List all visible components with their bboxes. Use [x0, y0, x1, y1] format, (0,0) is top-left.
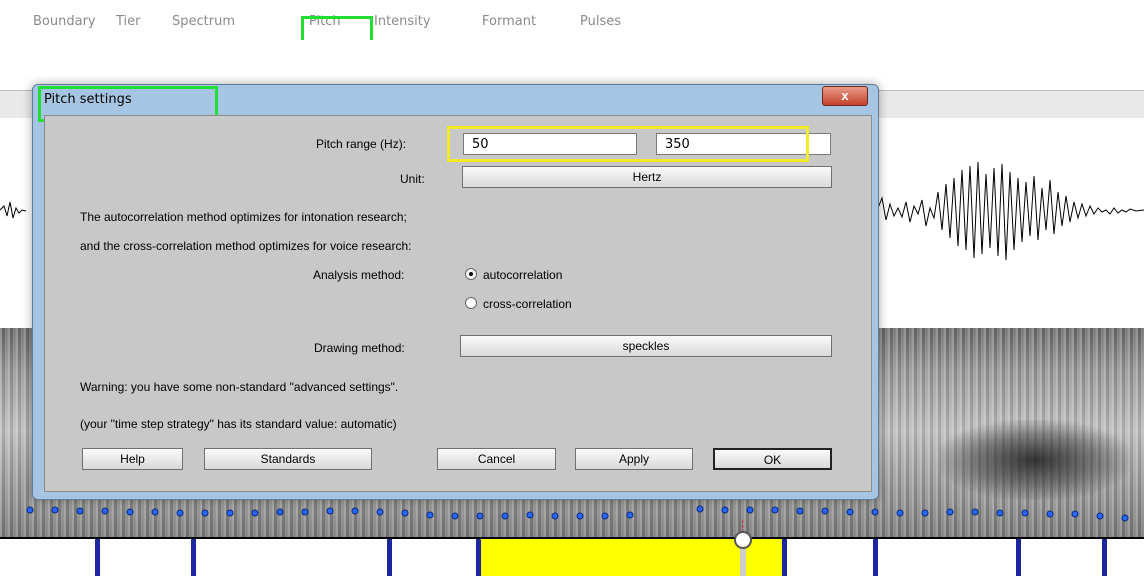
autocorrelation-option[interactable]: autocorrelation: [483, 268, 562, 282]
standards-button[interactable]: Standards: [204, 448, 372, 470]
menu-tier[interactable]: Tier: [116, 14, 141, 29]
tier-boundary[interactable]: [873, 539, 878, 576]
info-text-1: The autocorrelation method optimizes for…: [80, 210, 407, 224]
apply-button[interactable]: Apply: [575, 448, 693, 470]
cross-correlation-radio[interactable]: [465, 297, 477, 309]
unit-dropdown[interactable]: Hertz: [462, 166, 832, 188]
drawing-method-label: Drawing method:: [314, 341, 405, 355]
menu-spectrum[interactable]: Spectrum: [172, 14, 235, 29]
tier-boundary[interactable]: [1102, 539, 1107, 576]
pitch-speckles: [26, 505, 1129, 522]
menu-formant[interactable]: Formant: [482, 14, 536, 29]
unit-label: Unit:: [400, 172, 425, 186]
warning-text-2: (your "time step strategy" has its stand…: [80, 417, 397, 431]
editor-blank-area: [0, 40, 1144, 90]
warning-text-1: Warning: you have some non-standard "adv…: [80, 380, 399, 394]
tier-boundary[interactable]: [191, 539, 196, 576]
ok-button[interactable]: OK: [713, 448, 832, 470]
info-text-2: and the cross-correlation method optimiz…: [80, 239, 412, 253]
pitch-menu-highlight: [301, 16, 373, 43]
pitch-range-label: Pitch range (Hz):: [316, 137, 407, 151]
tier-boundary[interactable]: [95, 539, 100, 576]
pitch-track: [26, 505, 1129, 522]
pitch-range-highlight: [447, 126, 809, 162]
menu-pulses[interactable]: Pulses: [580, 14, 621, 29]
cancel-button[interactable]: Cancel: [437, 448, 556, 470]
cursor-stem: [740, 547, 746, 576]
analysis-method-label: Analysis method:: [313, 268, 405, 282]
drawing-method-dropdown[interactable]: speckles: [460, 335, 832, 357]
editor-menubar: Boundary Tier Spectrum Pitch Intensity F…: [0, 0, 1144, 40]
spectrogram-dark-region: [940, 420, 1130, 500]
help-button[interactable]: Help: [82, 448, 183, 470]
menu-intensity[interactable]: Intensity: [374, 14, 431, 29]
tier-boundary[interactable]: [387, 539, 392, 576]
tier-boundary[interactable]: [782, 539, 787, 576]
tier-boundary[interactable]: [476, 539, 481, 576]
cursor-handle[interactable]: [734, 531, 752, 549]
cross-correlation-option[interactable]: cross-correlation: [483, 297, 572, 311]
tier-boundary[interactable]: [1016, 539, 1021, 576]
menu-boundary[interactable]: Boundary: [33, 14, 96, 29]
close-button[interactable]: x: [822, 86, 868, 106]
autocorrelation-radio[interactable]: [465, 268, 477, 280]
